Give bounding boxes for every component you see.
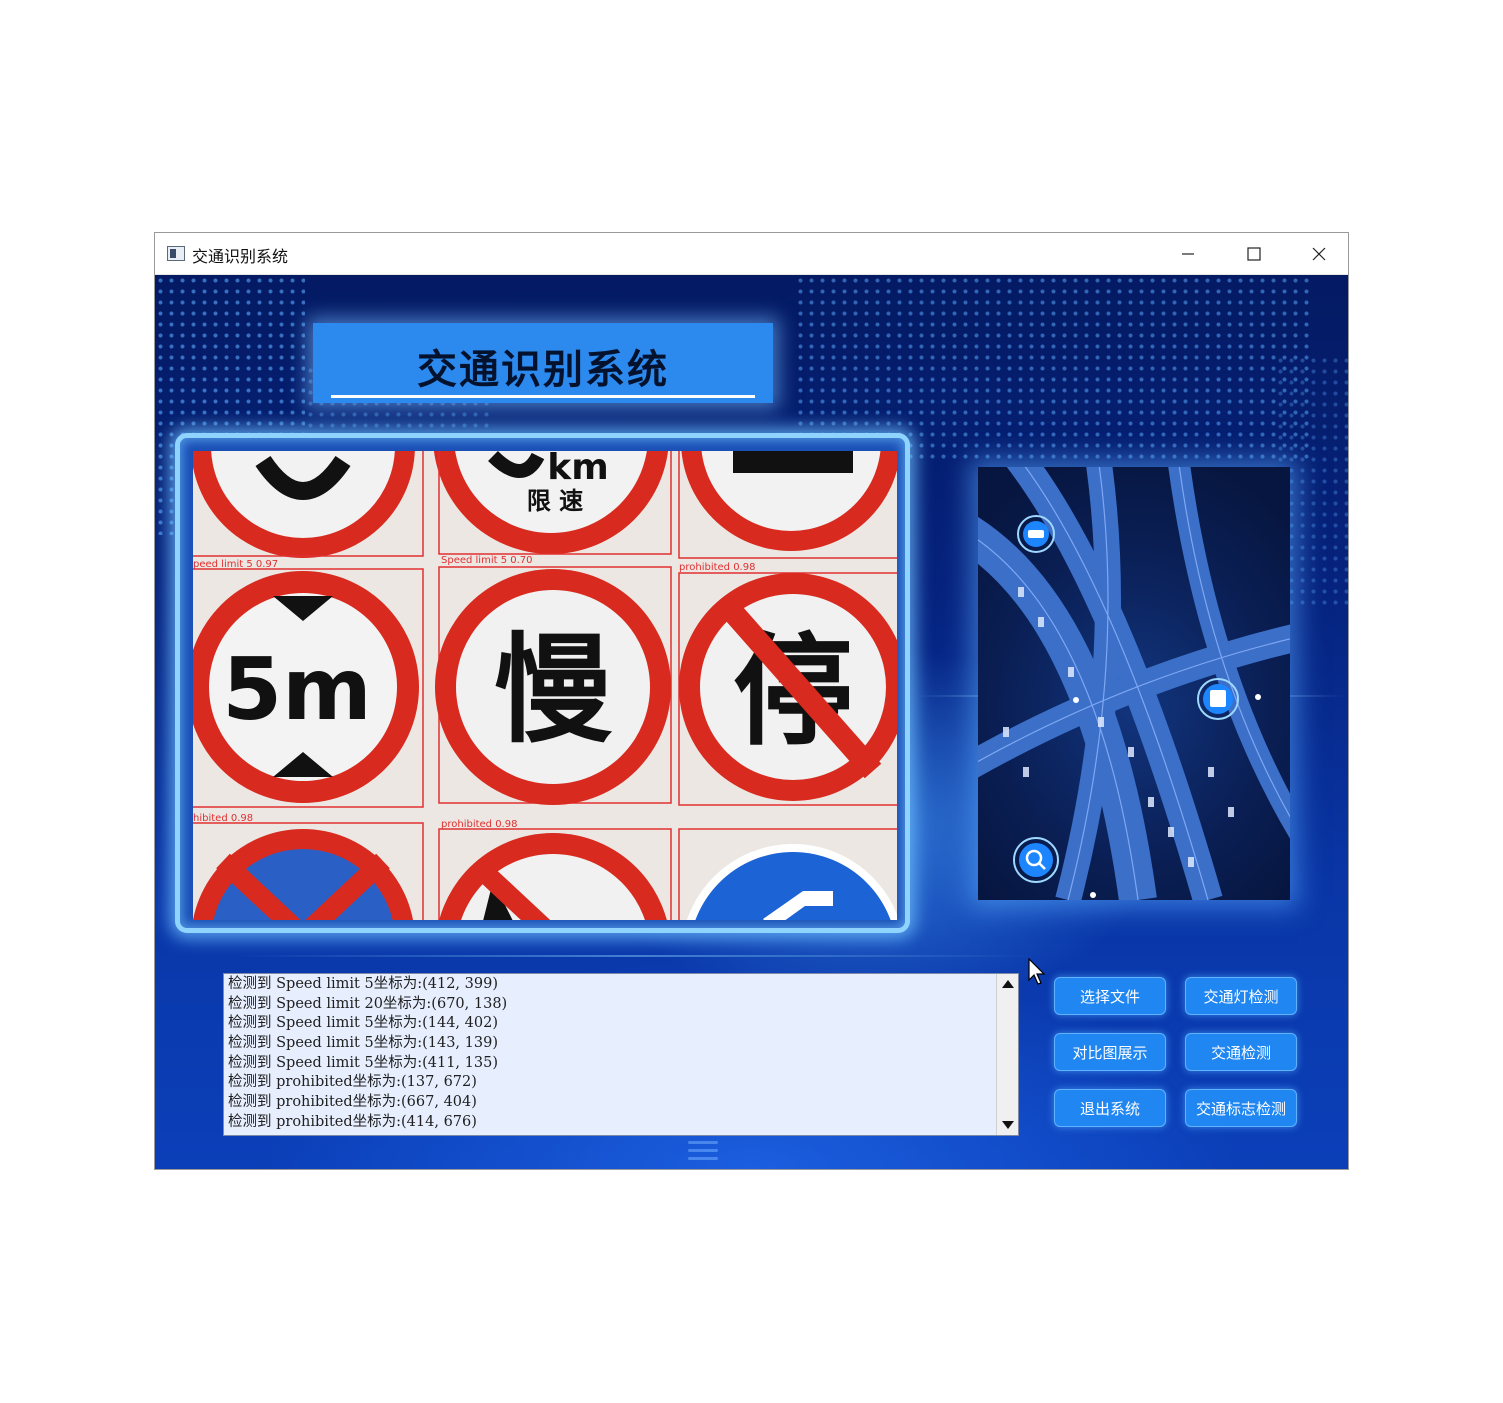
maximize-icon (1247, 247, 1261, 261)
sign-no-stopping: 停 (679, 573, 897, 801)
resize-grip[interactable] (688, 1141, 718, 1163)
sign-text-height-limit: 5m (222, 640, 371, 740)
svg-text:km: km (547, 451, 608, 488)
sign-slow: 慢 (435, 569, 671, 805)
title-bar[interactable]: 交通识别系统 (155, 233, 1348, 275)
traffic-detect-button[interactable]: 交通检测 (1185, 1033, 1297, 1071)
arrow-down-icon (1001, 1121, 1014, 1129)
maximize-button[interactable] (1222, 233, 1286, 275)
city-roads-illustration (978, 467, 1290, 900)
log-line: 检测到 prohibited坐标为:(667, 404) (228, 1094, 477, 1111)
detection-label: prohibited 0.98 (679, 562, 755, 573)
detection-log[interactable]: 检测到 Speed limit 5坐标为:(412, 399) 检测到 Spee… (223, 973, 1019, 1136)
window-title: 交通识别系统 (192, 247, 289, 266)
background-glow-line (235, 955, 1035, 957)
title-underline (331, 395, 755, 398)
detection-label: prohibited 0.98 (441, 819, 517, 830)
sign-text-speed-unit: 限 速 (527, 487, 583, 515)
close-icon (1312, 247, 1326, 261)
sign-height-limit-5m: 5m (193, 571, 419, 803)
header-panel: 交通识别系统 (313, 323, 773, 403)
compare-view-button[interactable]: 对比图展示 (1054, 1033, 1166, 1071)
log-line: 检测到 Speed limit 5坐标为:(411, 135) (228, 1054, 498, 1071)
log-line: 检测到 Speed limit 5坐标为:(143, 139) (228, 1035, 498, 1052)
scroll-thumb[interactable] (1000, 996, 1014, 1046)
log-scrollbar[interactable] (996, 974, 1018, 1135)
mouse-cursor-icon (1028, 958, 1046, 985)
close-button[interactable] (1287, 233, 1351, 275)
roads-image (978, 467, 1290, 900)
select-file-button[interactable]: 选择文件 (1054, 977, 1166, 1015)
minimize-button[interactable] (1156, 233, 1220, 275)
search-location-icon (1013, 837, 1059, 883)
main-area: 交通识别系统 km 限 速 peed limit 5 0.97 Speed li… (155, 275, 1348, 1169)
detection-label: peed limit 5 0.97 (193, 559, 278, 570)
log-line: 检测到 Speed limit 5坐标为:(144, 402) (228, 1015, 498, 1032)
exit-button[interactable]: 退出系统 (1054, 1089, 1166, 1127)
page-title: 交通识别系统 (417, 347, 669, 393)
bus-location-icon (1197, 678, 1239, 720)
log-line: 检测到 prohibited坐标为:(414, 676) (228, 1113, 477, 1130)
log-line: 检测到 Speed limit 5坐标为:(412, 399) (228, 976, 498, 992)
detection-image-frame: km 限 速 peed limit 5 0.97 Speed limit 5 0… (175, 433, 910, 933)
scroll-up-button[interactable] (997, 974, 1018, 994)
detection-image: km 限 速 peed limit 5 0.97 Speed limit 5 0… (193, 451, 897, 920)
arrow-up-icon (1001, 980, 1014, 988)
sign-text-slow: 慢 (494, 621, 613, 759)
car-location-icon (1017, 515, 1055, 553)
detection-label: hibited 0.98 (193, 813, 253, 824)
app-icon (167, 246, 185, 261)
log-line: 检测到 prohibited坐标为:(137, 672) (228, 1074, 477, 1091)
traffic-light-detect-button[interactable]: 交通灯检测 (1185, 977, 1297, 1015)
scroll-down-button[interactable] (997, 1115, 1018, 1135)
detection-label: Speed limit 5 0.70 (441, 555, 533, 566)
minimize-icon (1182, 253, 1194, 255)
app-window: 交通识别系统 交通识别系统 km 限 速 peed limit 5 0.97 S… (154, 232, 1349, 1170)
sign-detect-button[interactable]: 交通标志检测 (1185, 1089, 1297, 1127)
traffic-signs-image: km 限 速 peed limit 5 0.97 Speed limit 5 0… (193, 451, 897, 920)
log-lines: 检测到 Speed limit 5坐标为:(412, 399) 检测到 Spee… (228, 975, 988, 1133)
log-line: 检测到 Speed limit 20坐标为:(670, 138) (228, 995, 508, 1012)
